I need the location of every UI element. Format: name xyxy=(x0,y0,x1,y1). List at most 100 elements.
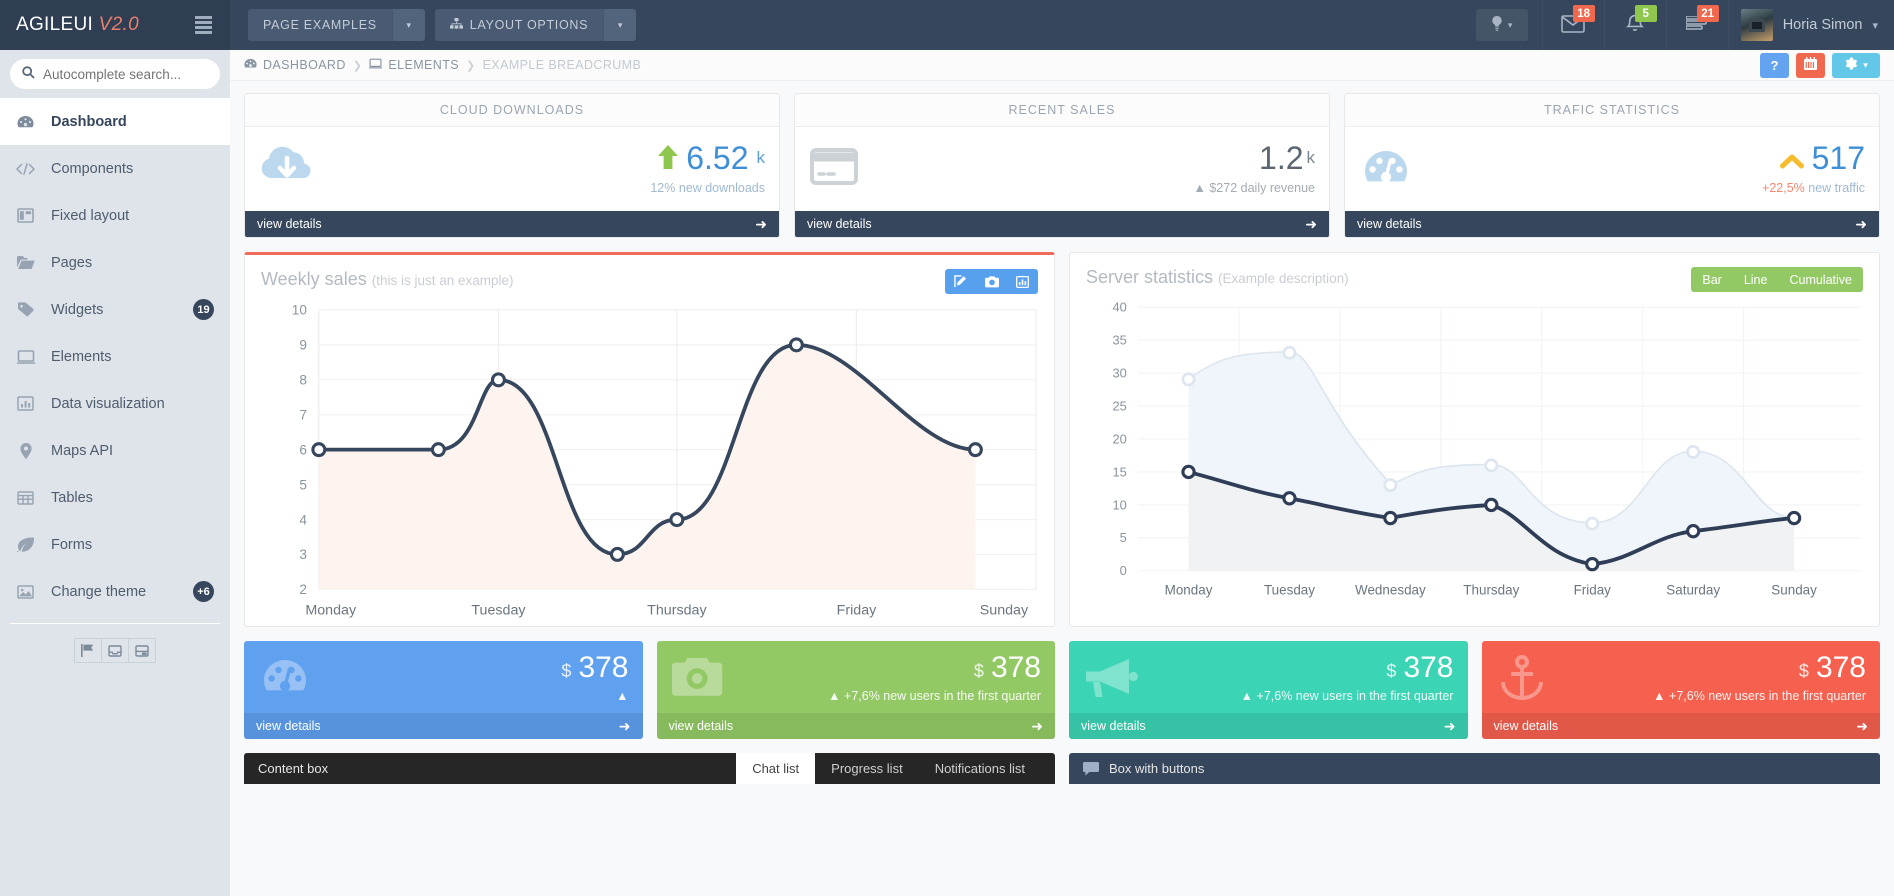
panel-tools: Bar Line Cumulative xyxy=(1691,267,1863,292)
search-input[interactable] xyxy=(43,66,220,82)
hamburger-icon[interactable] xyxy=(195,16,212,34)
user-menu[interactable]: Horia Simon ▾ xyxy=(1727,0,1894,50)
stat-card-subtext: +22,5% new traffic xyxy=(1762,181,1865,195)
brand-name: AGILEUI xyxy=(16,14,99,35)
page-examples-caret-icon[interactable]: ▾ xyxy=(391,9,425,41)
svg-text:Friday: Friday xyxy=(837,602,878,618)
tile-number: $ 378 xyxy=(1241,651,1454,684)
tile-footer[interactable]: view details ➜ xyxy=(1069,713,1468,739)
search-box[interactable] xyxy=(10,59,220,89)
stat-card-footer[interactable]: view details ➜ xyxy=(795,211,1329,237)
inbox-icon[interactable] xyxy=(100,638,129,663)
sidebar-item-dashboard[interactable]: Dashboard xyxy=(0,98,230,145)
sidebar-item-components[interactable]: Components xyxy=(0,145,230,192)
settings-caret-icon[interactable]: ▾ xyxy=(1863,60,1868,71)
tab-progress-list[interactable]: Progress list xyxy=(815,753,919,784)
navbar-left-actions: PAGE EXAMPLES ▾ LAYOUT OPTIONS ▾ xyxy=(230,0,637,50)
tile-subtext-label: +7,6% new users in the first quarter xyxy=(1669,689,1866,703)
arrow-right-icon: ➜ xyxy=(1856,717,1868,734)
sidebar-item-data-visualization[interactable]: Data visualization xyxy=(0,380,230,427)
tile-subtext: ▲ xyxy=(561,689,628,703)
stat-card-subtext: ▲ $272 daily revenue xyxy=(1194,181,1316,195)
segment-bar[interactable]: Bar xyxy=(1691,267,1733,292)
stat-card-footer-label: view details xyxy=(1357,217,1422,231)
theme-bulb-button[interactable]: ▾ xyxy=(1475,9,1528,41)
stat-card-footer[interactable]: view details ➜ xyxy=(1345,211,1879,237)
svg-text:5: 5 xyxy=(1120,530,1127,545)
notifications-button[interactable]: 5 xyxy=(1603,0,1666,50)
tab-chat-list[interactable]: Chat list xyxy=(736,753,816,784)
tile-footer-label: view details xyxy=(1081,719,1146,733)
camera-icon[interactable] xyxy=(976,269,1007,294)
dashboard-icon xyxy=(244,58,257,72)
calendar-button[interactable] xyxy=(1796,52,1825,78)
stat-card-recent-sales: RECENT SALES 1.2 k ▲ $272 daily revenue … xyxy=(794,93,1330,238)
tile-subtext-label: +7,6% new users in the first quarter xyxy=(1256,689,1454,703)
sidebar-item-widgets[interactable]: Widgets 19 xyxy=(0,286,230,333)
sidebar-item-forms[interactable]: Forms xyxy=(0,521,230,568)
svg-text:25: 25 xyxy=(1113,398,1127,413)
arrow-right-icon: ➜ xyxy=(1855,215,1867,232)
flag-icon[interactable] xyxy=(73,638,102,663)
charts-row: Weekly sales (this is just an example) 1… xyxy=(244,252,1880,627)
page-examples-button[interactable]: PAGE EXAMPLES xyxy=(248,9,392,41)
segment-cumulative[interactable]: Cumulative xyxy=(1778,267,1863,292)
monitor-icon xyxy=(369,58,383,72)
stat-value: 517 xyxy=(1811,139,1865,176)
edit-icon[interactable] xyxy=(945,269,976,294)
sidebar-item-change-theme[interactable]: Change theme +6 xyxy=(0,568,230,615)
app-brand[interactable]: AGILEUI V2.0 xyxy=(16,14,139,36)
svg-text:0: 0 xyxy=(1120,563,1127,578)
segment-line[interactable]: Line xyxy=(1732,267,1779,292)
stat-card-subtext-accent: +22,5% xyxy=(1762,180,1805,195)
sidebar-item-tables[interactable]: Tables xyxy=(0,474,230,521)
panel-header: Weekly sales (this is just an example) xyxy=(245,255,1054,294)
chart-icon[interactable] xyxy=(1007,269,1038,294)
svg-text:2: 2 xyxy=(299,582,307,597)
user-caret-icon[interactable]: ▾ xyxy=(1872,19,1878,32)
panel-title-sub: (Example description) xyxy=(1218,271,1349,286)
tile-number: $ 378 xyxy=(1653,653,1866,683)
stat-unit: k xyxy=(1306,148,1316,167)
svg-text:7: 7 xyxy=(299,408,307,423)
stat-card-subtext-label: new traffic xyxy=(1804,180,1865,195)
map-pin-icon xyxy=(16,442,35,459)
layout-options-caret-icon[interactable]: ▾ xyxy=(603,9,637,41)
panel-title-main: Weekly sales xyxy=(261,269,367,289)
arrow-right-icon: ➜ xyxy=(1031,717,1043,734)
tile-value: 378 xyxy=(1815,651,1866,684)
brand-zone: AGILEUI V2.0 xyxy=(0,0,230,50)
sidebar-item-pages[interactable]: Pages xyxy=(0,239,230,286)
svg-text:Wednesday: Wednesday xyxy=(1355,582,1426,597)
help-button[interactable]: ? xyxy=(1760,52,1789,78)
sidebar-item-maps-api[interactable]: Maps API xyxy=(0,427,230,474)
drive-icon[interactable] xyxy=(127,638,156,663)
panel-title: Weekly sales (this is just an example) xyxy=(261,269,514,290)
stat-card-title: CLOUD DOWNLOADS xyxy=(245,94,779,127)
stat-value: 6.52 xyxy=(686,139,749,176)
tile-value: 378 xyxy=(1403,651,1454,684)
bulb-caret-icon[interactable]: ▾ xyxy=(1508,20,1513,31)
breadcrumb-item-elements[interactable]: ELEMENTS xyxy=(369,58,459,72)
tab-notifications-list[interactable]: Notifications list xyxy=(919,753,1041,784)
settings-button[interactable]: ▾ xyxy=(1832,52,1880,78)
gauge-icon xyxy=(258,654,316,702)
panel-tools xyxy=(945,269,1038,294)
main-content: DASHBOARD ❯ ELEMENTS ❯ EXAMPLE BREADCRUM… xyxy=(230,50,1894,896)
tile-footer[interactable]: view details ➜ xyxy=(1481,713,1880,739)
tile-footer[interactable]: view details ➜ xyxy=(244,713,643,739)
messages-button[interactable]: 18 xyxy=(1541,0,1604,50)
sidebar: Dashboard Components Fixed layout xyxy=(0,50,230,896)
sidebar-item-label: Change theme xyxy=(51,583,147,600)
stat-card-body: 1.2 k ▲ $272 daily revenue xyxy=(795,127,1329,211)
layout-options-button[interactable]: LAYOUT OPTIONS xyxy=(434,9,604,41)
svg-text:Tuesday: Tuesday xyxy=(1264,582,1315,597)
breadcrumb-item-dashboard[interactable]: DASHBOARD xyxy=(244,58,346,72)
tile-footer[interactable]: view details ➜ xyxy=(656,713,1055,739)
tiles-row: $ 378 ▲ view details ➜ $ 378 ▲ +7,6% new… xyxy=(244,641,1880,739)
sidebar-badge-widgets: 19 xyxy=(193,299,214,320)
tasks-button[interactable]: 21 xyxy=(1665,0,1728,50)
sidebar-item-elements[interactable]: Elements xyxy=(0,333,230,380)
sidebar-item-fixed-layout[interactable]: Fixed layout xyxy=(0,192,230,239)
stat-card-footer[interactable]: view details ➜ xyxy=(245,211,779,237)
